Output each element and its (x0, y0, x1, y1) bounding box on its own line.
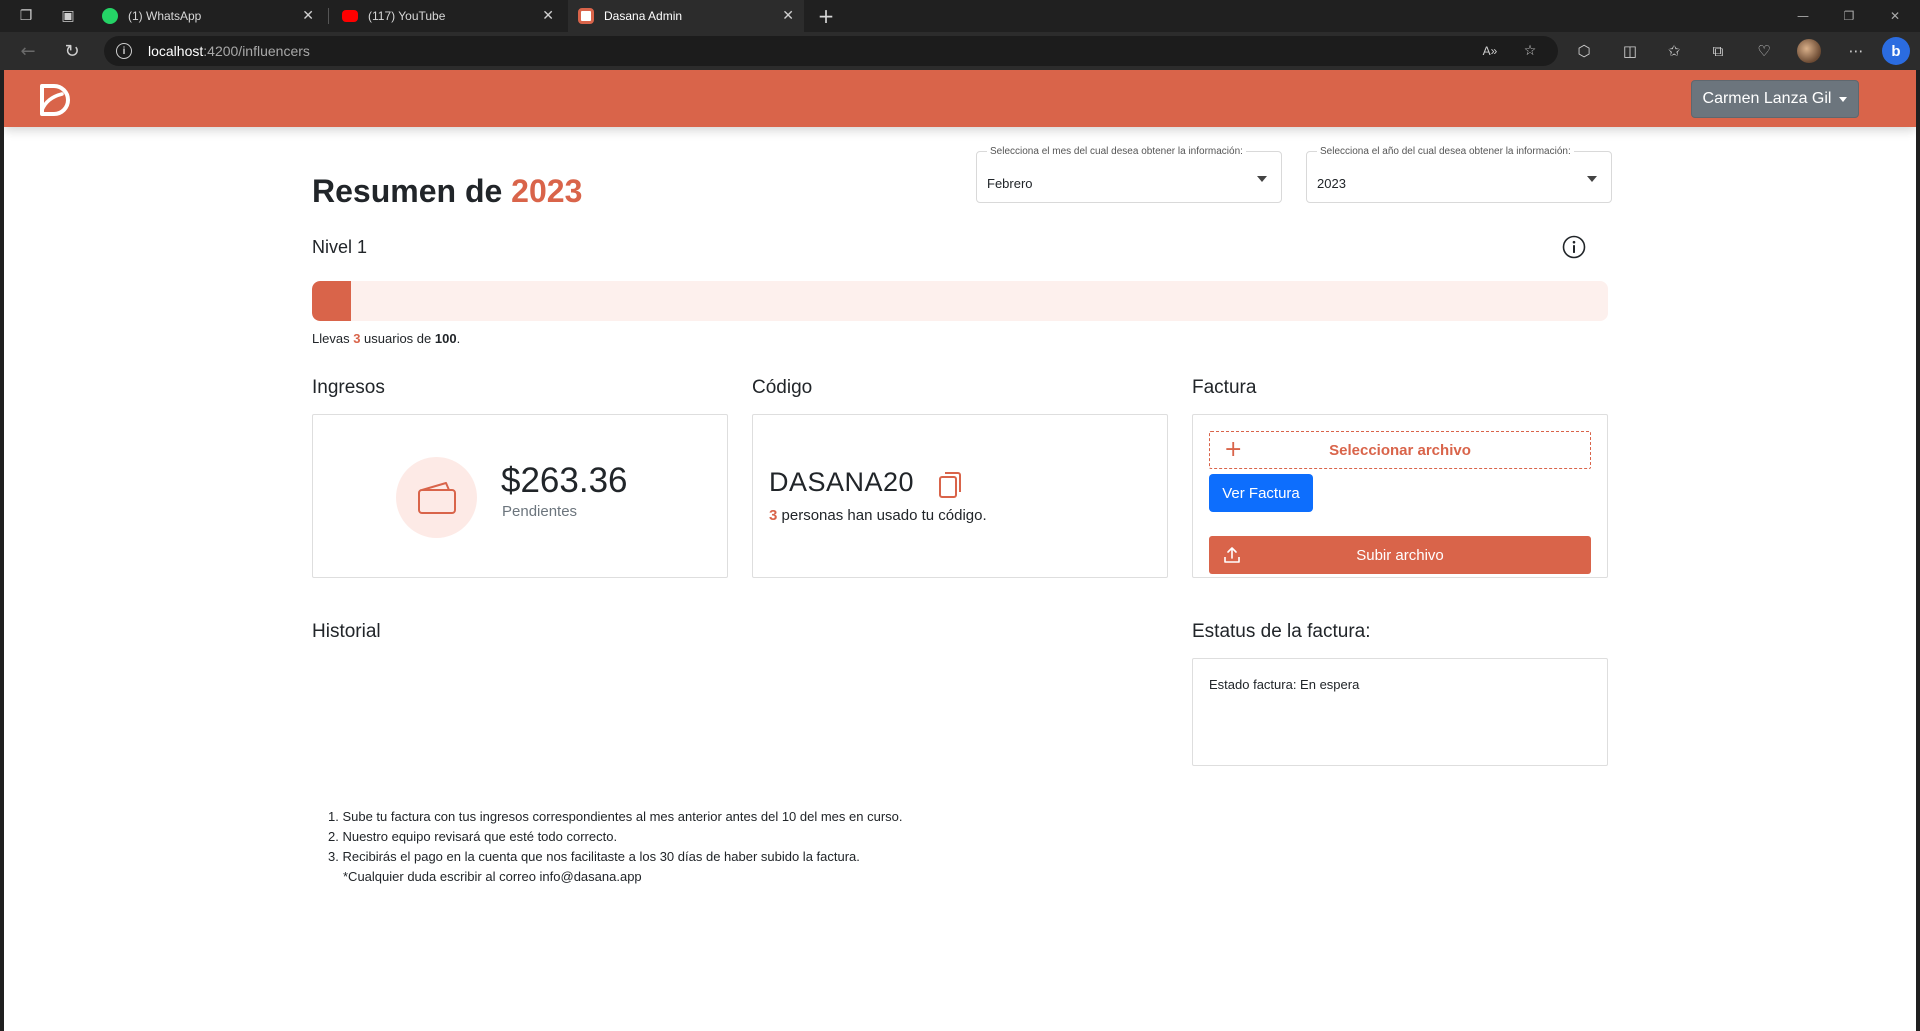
close-icon[interactable]: ✕ (542, 8, 554, 24)
code-usage-label: personas han usado tu código. (777, 507, 987, 524)
tab-title: (1) WhatsApp (128, 9, 202, 23)
year-select-value: 2023 (1317, 176, 1346, 191)
page-viewport: Carmen Lanza Gil Resumen de 2023 Selecci… (4, 70, 1916, 1031)
level-progress-text: Llevas 3 usuarios de 100. (312, 331, 460, 346)
income-status: Pendientes (502, 503, 578, 520)
invoice-title: Factura (1192, 377, 1257, 398)
income-card: $263.36 Pendientes (312, 414, 728, 578)
invoice-card: + Seleccionar archivo Ver Factura Subir … (1192, 414, 1608, 578)
main-content: Resumen de 2023 Selecciona el mes del cu… (312, 127, 1612, 1027)
close-window-icon[interactable]: ✕ (1872, 0, 1918, 32)
upload-file-label: Subir archivo (1356, 546, 1444, 564)
instruction-item: 2. Nuestro equipo revisará que esté todo… (328, 829, 618, 844)
caret-down-icon (1587, 176, 1597, 182)
restore-icon[interactable]: ❐ (1826, 0, 1872, 32)
reload-icon[interactable]: ↻ (56, 35, 88, 67)
month-select[interactable]: Selecciona el mes del cual desea obtener… (976, 146, 1282, 203)
site-info-icon[interactable]: i (116, 43, 132, 59)
code-usage-text: 3 personas han usado tu código. (769, 507, 987, 524)
collections-icon[interactable]: ⧉ (1704, 37, 1732, 65)
browser-essentials-icon[interactable]: ♡ (1750, 37, 1778, 65)
address-bar[interactable]: i localhost:4200/influencers A» ☆ (104, 36, 1558, 66)
workspaces-icon[interactable]: ❐ (6, 0, 46, 32)
close-icon[interactable]: ✕ (302, 8, 314, 24)
level-title: Nivel 1 (312, 237, 368, 257)
url-text[interactable]: localhost:4200/influencers (148, 43, 310, 59)
level-progress-bar (312, 281, 1608, 321)
invoice-status-title: Estatus de la factura: (1192, 621, 1371, 642)
youtube-icon (342, 10, 358, 22)
title-year: 2023 (511, 173, 583, 209)
user-name: Carmen Lanza Gil (1702, 90, 1832, 107)
url-host: localhost (148, 43, 204, 59)
income-title: Ingresos (312, 377, 385, 398)
tab-dasana-admin[interactable]: Dasana Admin ✕ (568, 0, 804, 32)
tab-divider (328, 8, 329, 24)
whatsapp-icon (102, 8, 118, 24)
browser-tabstrip: ❐ ▣ (1) WhatsApp ✕ (117) YouTube ✕ Dasan… (0, 0, 1920, 32)
split-screen-icon[interactable]: ◫ (1616, 37, 1644, 65)
code-title: Código (752, 377, 813, 398)
code-card: DASANA20 3 personas han usado tu código. (752, 414, 1168, 578)
plus-icon: + (1224, 437, 1243, 462)
tab-youtube[interactable]: (117) YouTube ✕ (332, 0, 564, 32)
user-menu-button[interactable]: Carmen Lanza Gil (1691, 80, 1859, 118)
caret-down-icon (1257, 176, 1267, 182)
tab-actions-icon[interactable]: ▣ (48, 0, 88, 32)
select-file-label: Seleccionar archivo (1329, 441, 1471, 459)
title-prefix: Resumen de (312, 173, 503, 209)
read-aloud-icon[interactable]: A» (1478, 39, 1502, 63)
caret-down-icon (1839, 96, 1848, 102)
tab-title: Dasana Admin (604, 9, 683, 23)
history-title: Historial (312, 621, 381, 642)
info-icon[interactable] (1562, 235, 1586, 259)
page-title: Resumen de 2023 (312, 173, 582, 210)
progress-goal: 100 (434, 331, 457, 346)
tab-title: (117) YouTube (368, 9, 446, 23)
progress-text-after: . (456, 331, 461, 346)
top-navbar: Carmen Lanza Gil (4, 70, 1916, 127)
copy-icon[interactable] (937, 470, 963, 500)
invoice-status-card: Estado factura: En espera (1192, 658, 1608, 766)
year-select[interactable]: Selecciona el año del cual desea obtener… (1306, 146, 1612, 203)
income-amount: $263.36 (501, 461, 628, 500)
dasana-logo[interactable] (34, 80, 74, 120)
favorite-star-icon[interactable]: ☆ (1518, 39, 1542, 63)
instructions-list: 1. Sube tu factura con tus ingresos corr… (328, 807, 903, 887)
progress-text-middle: usuarios de (360, 331, 435, 346)
new-tab-icon[interactable]: + (808, 0, 844, 32)
profile-avatar[interactable] (1797, 39, 1821, 63)
wallet-icon-circle (396, 457, 477, 538)
instruction-item: 1. Sube tu factura con tus ingresos corr… (328, 809, 903, 824)
year-select-label: Selecciona el año del cual desea obtener… (1317, 146, 1574, 157)
extensions-icon[interactable]: ⬡ (1570, 37, 1598, 65)
wallet-icon (417, 481, 456, 514)
browser-toolbar: ← ↻ i localhost:4200/influencers A» ☆ ⬡ … (0, 32, 1920, 70)
month-select-value: Febrero (987, 176, 1033, 191)
tab-whatsapp[interactable]: (1) WhatsApp ✕ (92, 0, 324, 32)
level-progress-fill (312, 281, 351, 321)
back-icon[interactable]: ← (12, 35, 44, 67)
contact-note: *Cualquier duda escribir al correo info@… (343, 869, 642, 884)
minimize-icon[interactable]: — (1780, 0, 1826, 32)
favorites-icon[interactable]: ✩ (1660, 37, 1688, 65)
url-path: :4200/influencers (203, 43, 310, 59)
instruction-item: 3. Recibirás el pago en la cuenta que no… (328, 849, 860, 864)
dasana-icon (578, 8, 594, 24)
close-icon[interactable]: ✕ (782, 8, 794, 24)
copilot-icon[interactable]: b (1882, 37, 1910, 65)
upload-file-button[interactable]: Subir archivo (1209, 536, 1591, 574)
invoice-status-text: Estado factura: En espera (1209, 677, 1360, 692)
view-invoice-button[interactable]: Ver Factura (1209, 474, 1313, 512)
progress-text-before: Llevas (312, 331, 354, 346)
month-select-label: Selecciona el mes del cual desea obtener… (987, 146, 1246, 157)
more-options-icon[interactable]: ⋯ (1842, 37, 1870, 65)
select-file-button[interactable]: + Seleccionar archivo (1209, 431, 1591, 469)
promo-code: DASANA20 (769, 467, 915, 497)
upload-icon (1224, 547, 1240, 563)
